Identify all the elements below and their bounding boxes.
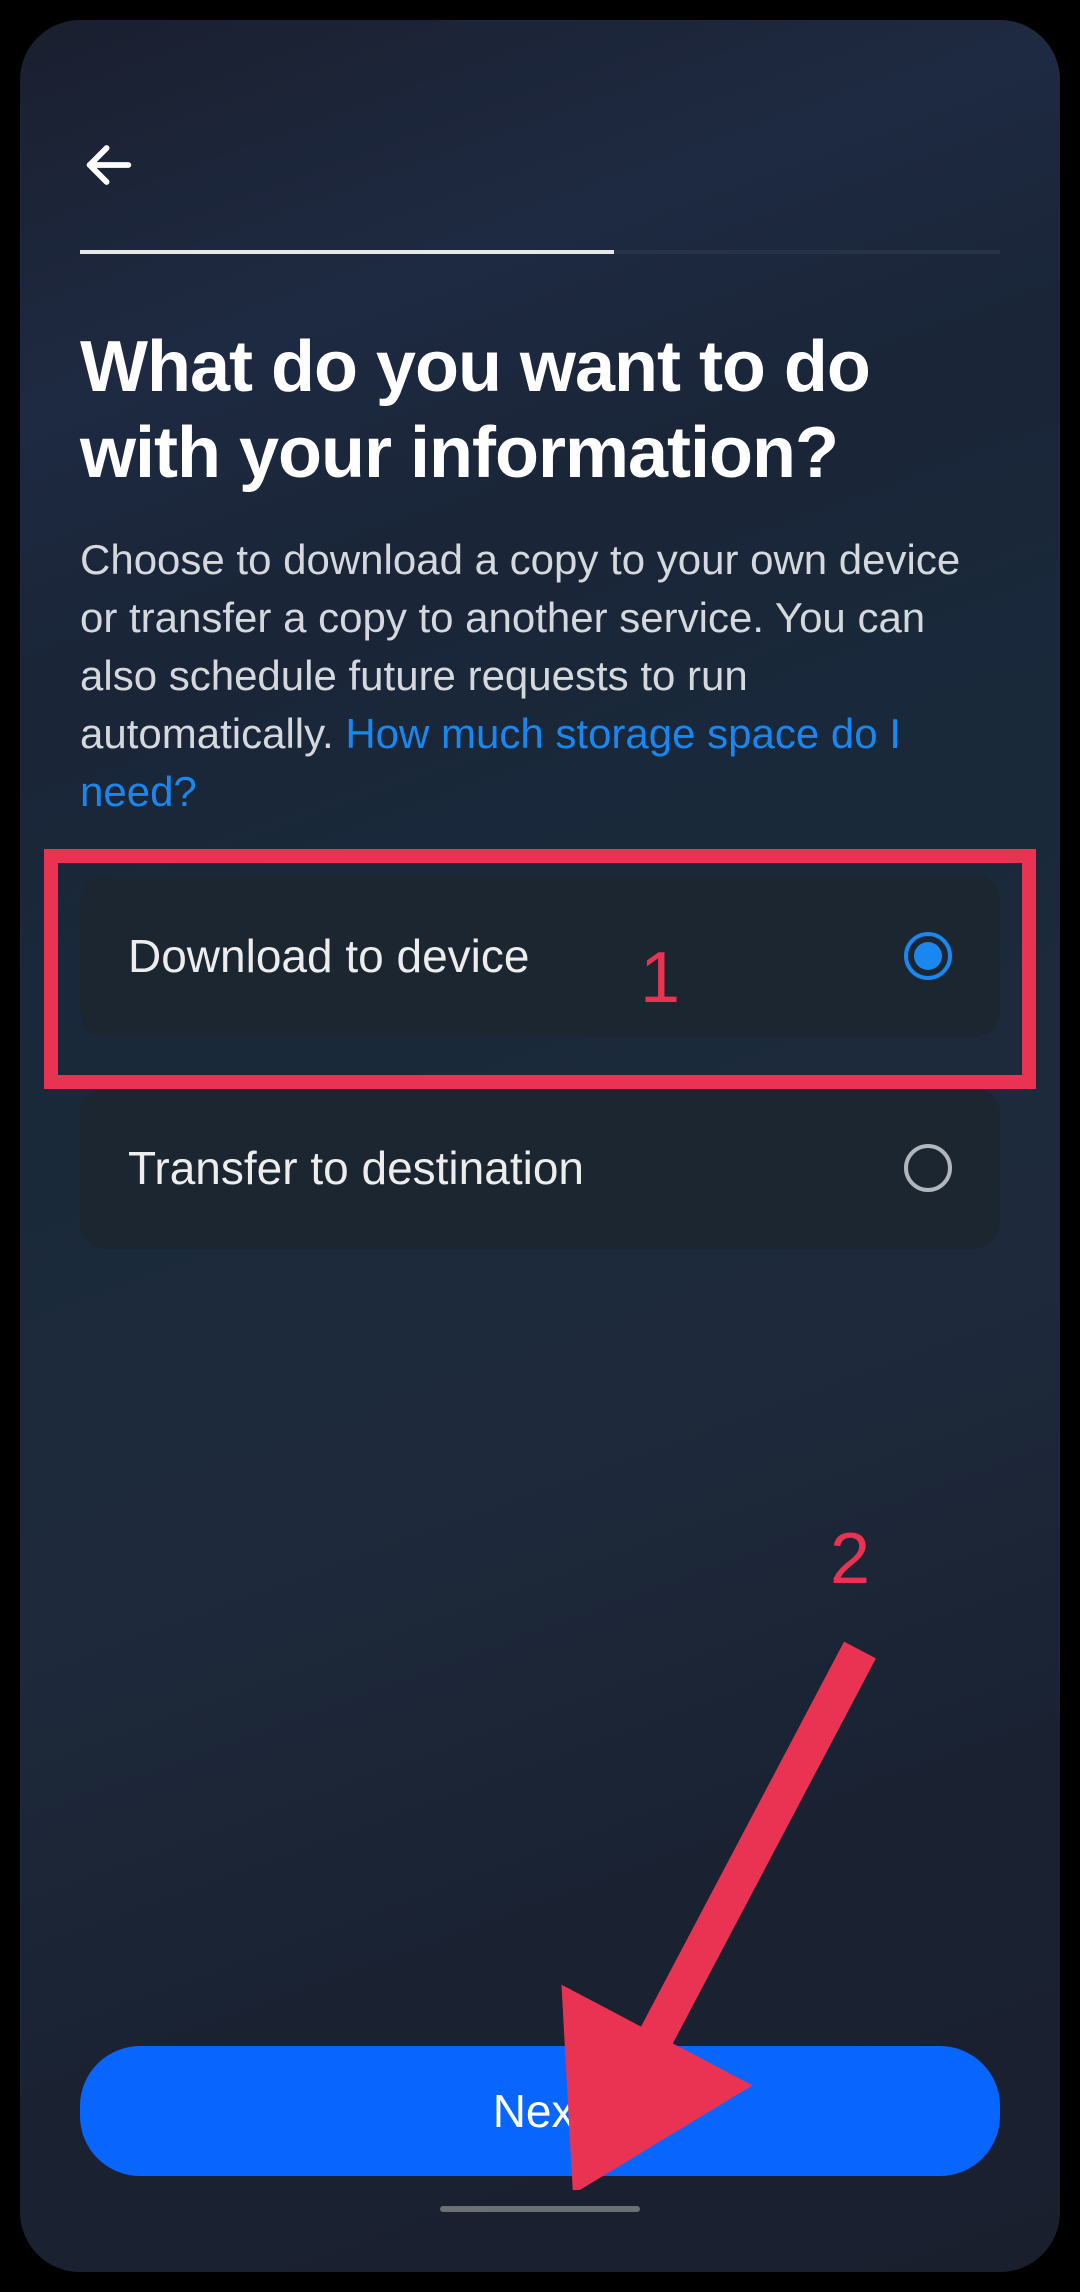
arrow-left-icon	[80, 136, 138, 194]
options-group: 1 Download to device Transfer to destina…	[80, 875, 1000, 1249]
option-label: Download to device	[128, 929, 529, 983]
radio-unselected-icon	[904, 1144, 952, 1192]
page-description: Choose to download a copy to your own de…	[80, 531, 1000, 821]
option-label: Transfer to destination	[128, 1141, 584, 1195]
progress-fill	[80, 250, 614, 254]
home-indicator[interactable]	[440, 2206, 640, 2212]
page-title: What do you want to do with your informa…	[80, 324, 1000, 497]
footer: Next	[80, 2046, 1000, 2212]
progress-bar	[80, 250, 1000, 254]
option-transfer-to-destination[interactable]: Transfer to destination	[80, 1087, 1000, 1249]
radio-selected-icon	[904, 932, 952, 980]
app-screen: What do you want to do with your informa…	[20, 20, 1060, 2272]
option-download-to-device[interactable]: Download to device	[80, 875, 1000, 1037]
next-button[interactable]: Next	[80, 2046, 1000, 2176]
back-button[interactable]	[80, 130, 150, 200]
annotation-number-2: 2	[830, 1518, 870, 1600]
